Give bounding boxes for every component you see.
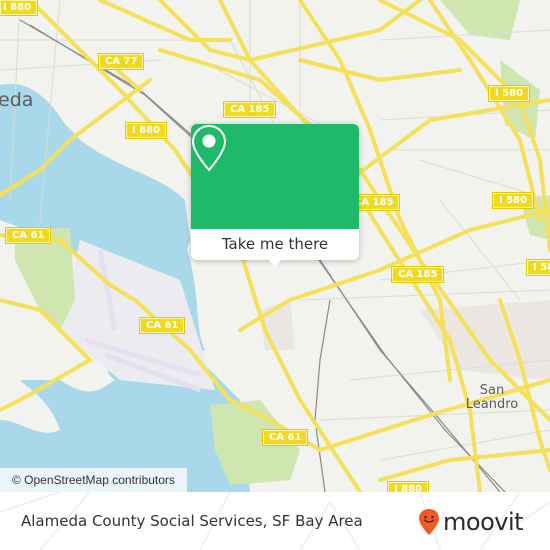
route-shield-ca61: CA 61: [6, 228, 51, 243]
route-shield-i580: I 580: [489, 86, 530, 101]
route-shield-i880: I 880: [0, 0, 38, 15]
route-shield-ca185: CA 185: [224, 102, 276, 117]
route-shield-i580: I 580: [527, 260, 550, 275]
map-pin-icon: [191, 124, 227, 172]
map-view[interactable]: CA 77 I 880 CA 185 I 580 CA 185 I 580 CA…: [0, 0, 550, 492]
popup-pointer: [267, 258, 283, 267]
moovit-wordmark: moovit: [443, 508, 524, 536]
take-me-there-button[interactable]: Take me there: [191, 229, 359, 260]
road-north-1: [158, 0, 422, 63]
route-shield-i880: I 880: [388, 482, 429, 492]
moovit-smiley-pin-icon: [419, 509, 439, 535]
location-title: Alameda County Social Services, SF Bay A…: [21, 512, 363, 530]
railway-branch: [314, 299, 331, 492]
place-label-alameda: eda: [0, 89, 34, 111]
route-shield-ca61: CA 61: [263, 430, 308, 445]
place-label-san-leandro: San Leandro: [465, 383, 519, 412]
route-shield-i580: I 580: [493, 193, 534, 208]
route-shield-ca61: CA 61: [140, 318, 185, 333]
footer-bar: Alameda County Social Services, SF Bay A…: [0, 492, 550, 550]
road-south-1: [378, 448, 550, 482]
popup-header[interactable]: [191, 124, 359, 229]
route-shield-ca77: CA 77: [99, 54, 144, 69]
route-shield-i880: I 880: [126, 123, 167, 138]
route-shield-ca185: CA 185: [392, 267, 444, 282]
map-attribution[interactable]: © OpenStreetMap contributors: [0, 468, 187, 492]
moovit-logo[interactable]: moovit: [418, 508, 524, 536]
location-popup[interactable]: Take me there: [191, 124, 359, 267]
